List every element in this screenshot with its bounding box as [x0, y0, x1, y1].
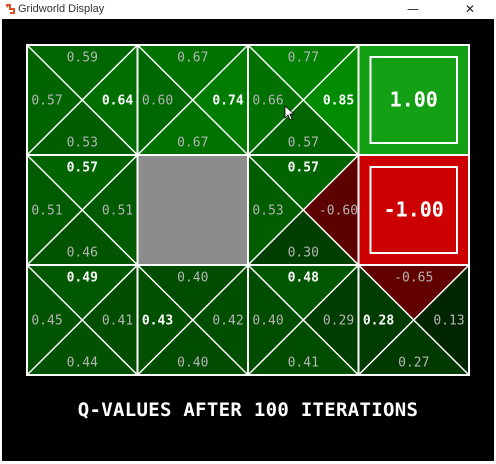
gridworld-canvas[interactable]: 0.59 0.53 0.57 0.64 0.67 0.67 0.60 0.74 0.77 0.57…: [2, 19, 494, 461]
q-value-east: 0.42: [212, 314, 243, 329]
window-title: Gridworld Display: [18, 3, 105, 15]
q-value-east: 0.41: [102, 314, 133, 329]
q-value-north: 0.77: [288, 51, 319, 66]
q-value-west: 0.57: [31, 94, 62, 109]
q-value-east: 0.85: [323, 94, 354, 109]
q-value-west: 0.60: [142, 94, 173, 109]
q-value-north: 0.40: [177, 271, 208, 286]
q-value-south: 0.40: [177, 356, 208, 371]
q-value-north: 0.67: [177, 51, 208, 66]
q-value-west: 0.53: [252, 204, 283, 219]
q-value-south: 0.41: [288, 356, 319, 371]
minimize-button[interactable]: —: [393, 0, 433, 19]
q-value-north: 0.57: [288, 161, 319, 176]
close-button[interactable]: ✕: [450, 0, 490, 19]
q-value-west: 0.40: [252, 314, 283, 329]
q-value-west: 0.66: [252, 94, 283, 109]
q-value-north: 0.48: [288, 271, 319, 286]
title-bar[interactable]: Gridworld Display — ✕: [0, 0, 496, 19]
q-value-south: 0.30: [288, 246, 319, 261]
terminal-value: -1.00: [384, 198, 444, 222]
q-value-south: 0.57: [288, 136, 319, 151]
q-value-east: 0.29: [323, 314, 354, 329]
q-value-north: 0.59: [67, 51, 98, 66]
iterations-caption: Q-VALUES AFTER 100 ITERATIONS: [77, 399, 419, 421]
python-icon: [6, 4, 15, 14]
wall-cell: [137, 155, 248, 265]
q-value-west: 0.45: [31, 314, 62, 329]
q-value-south: 0.67: [177, 136, 208, 151]
q-value-north: 0.57: [67, 161, 98, 176]
q-value-west: 0.43: [142, 314, 173, 329]
q-value-east: -0.60: [319, 204, 358, 219]
q-value-east: 0.64: [102, 94, 133, 109]
q-value-west: 0.51: [31, 204, 62, 219]
q-value-south: 0.46: [67, 246, 98, 261]
q-value-south: 0.27: [398, 356, 429, 371]
q-value-east: 0.74: [212, 94, 243, 109]
q-value-grid[interactable]: 0.59 0.53 0.57 0.64 0.67 0.67 0.60 0.74 0.77 0.57…: [2, 19, 494, 461]
q-value-south: 0.53: [67, 136, 98, 151]
q-value-north: -0.65: [394, 271, 433, 286]
q-value-north: 0.49: [67, 271, 98, 286]
q-value-south: 0.44: [67, 356, 98, 371]
q-value-east: 0.13: [433, 314, 464, 329]
q-value-east: 0.51: [102, 204, 133, 219]
q-value-west: 0.28: [363, 314, 394, 329]
mouse-cursor-icon: [284, 105, 294, 121]
terminal-value: 1.00: [390, 88, 438, 112]
